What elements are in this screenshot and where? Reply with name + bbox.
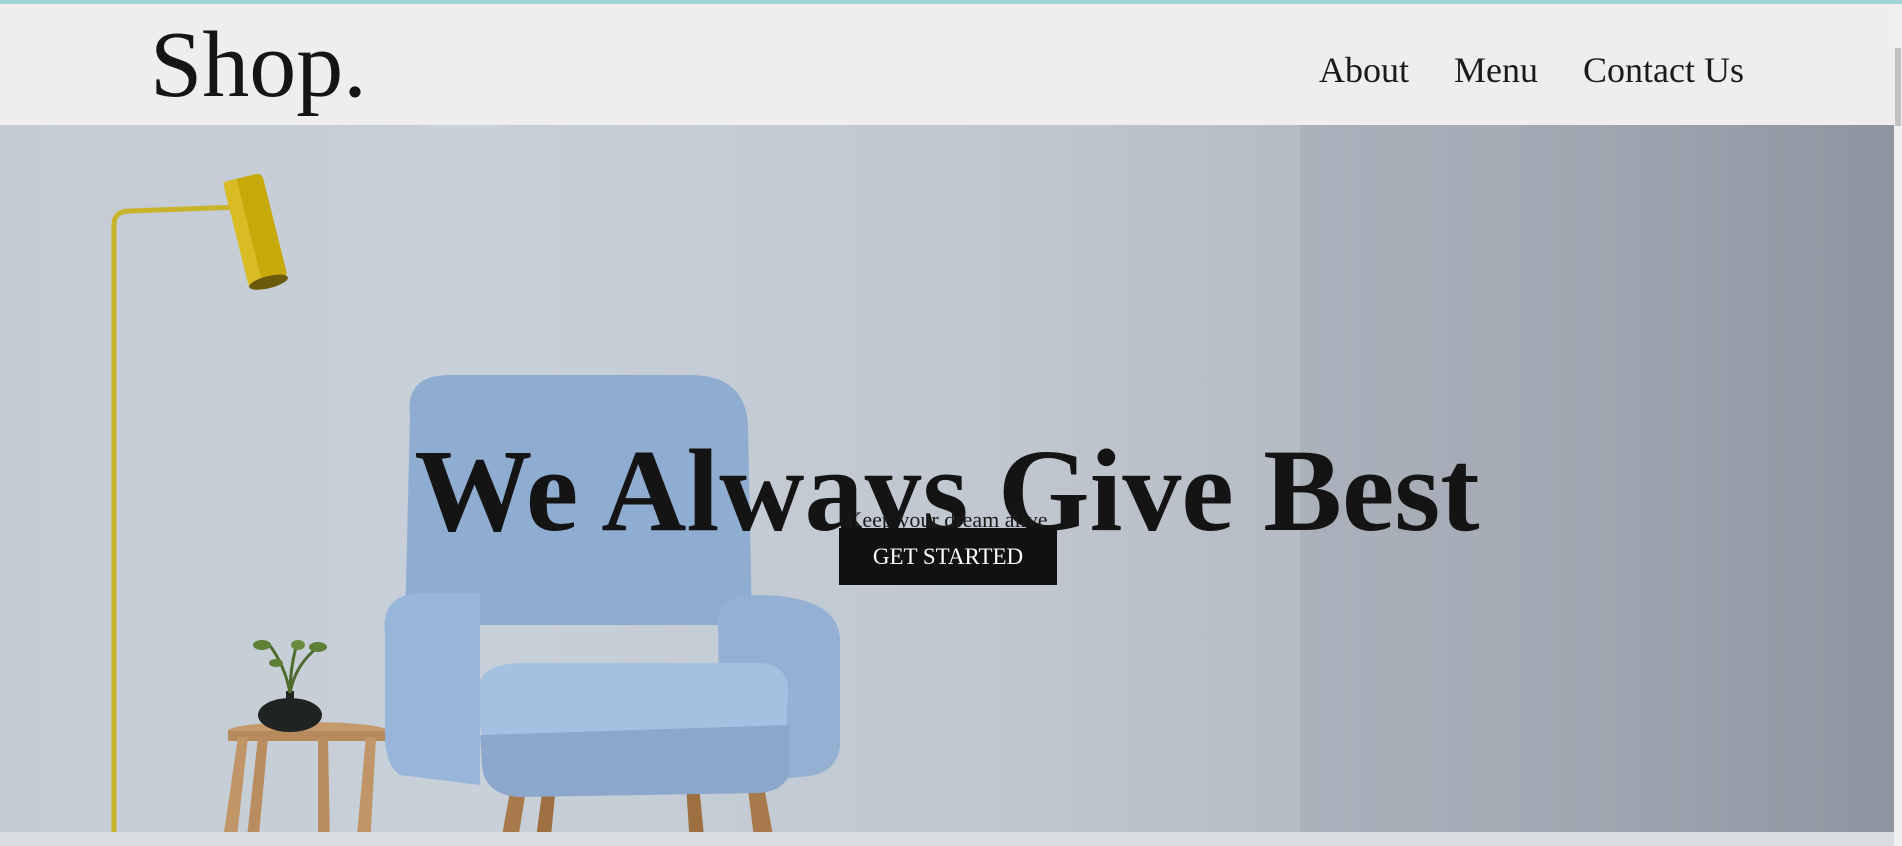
nav-link-contact-us[interactable]: Contact Us [1583,49,1744,91]
nav-link-about[interactable]: About [1319,49,1409,91]
side-table-illustration [222,640,388,846]
page-scrollbar[interactable] [1894,4,1902,846]
navbar: Shop. About Menu Contact Us [0,4,1894,125]
nav-links: About Menu Contact Us [1319,49,1744,91]
nav-link-menu[interactable]: Menu [1454,49,1538,91]
scrollbar-thumb[interactable] [1895,48,1901,126]
hero-section: We Always Give Best Keep your dream aliv… [0,125,1894,846]
site-logo[interactable]: Shop. [150,18,367,112]
get-started-button[interactable]: GET STARTED [839,528,1057,585]
hero-floor [0,832,1894,846]
